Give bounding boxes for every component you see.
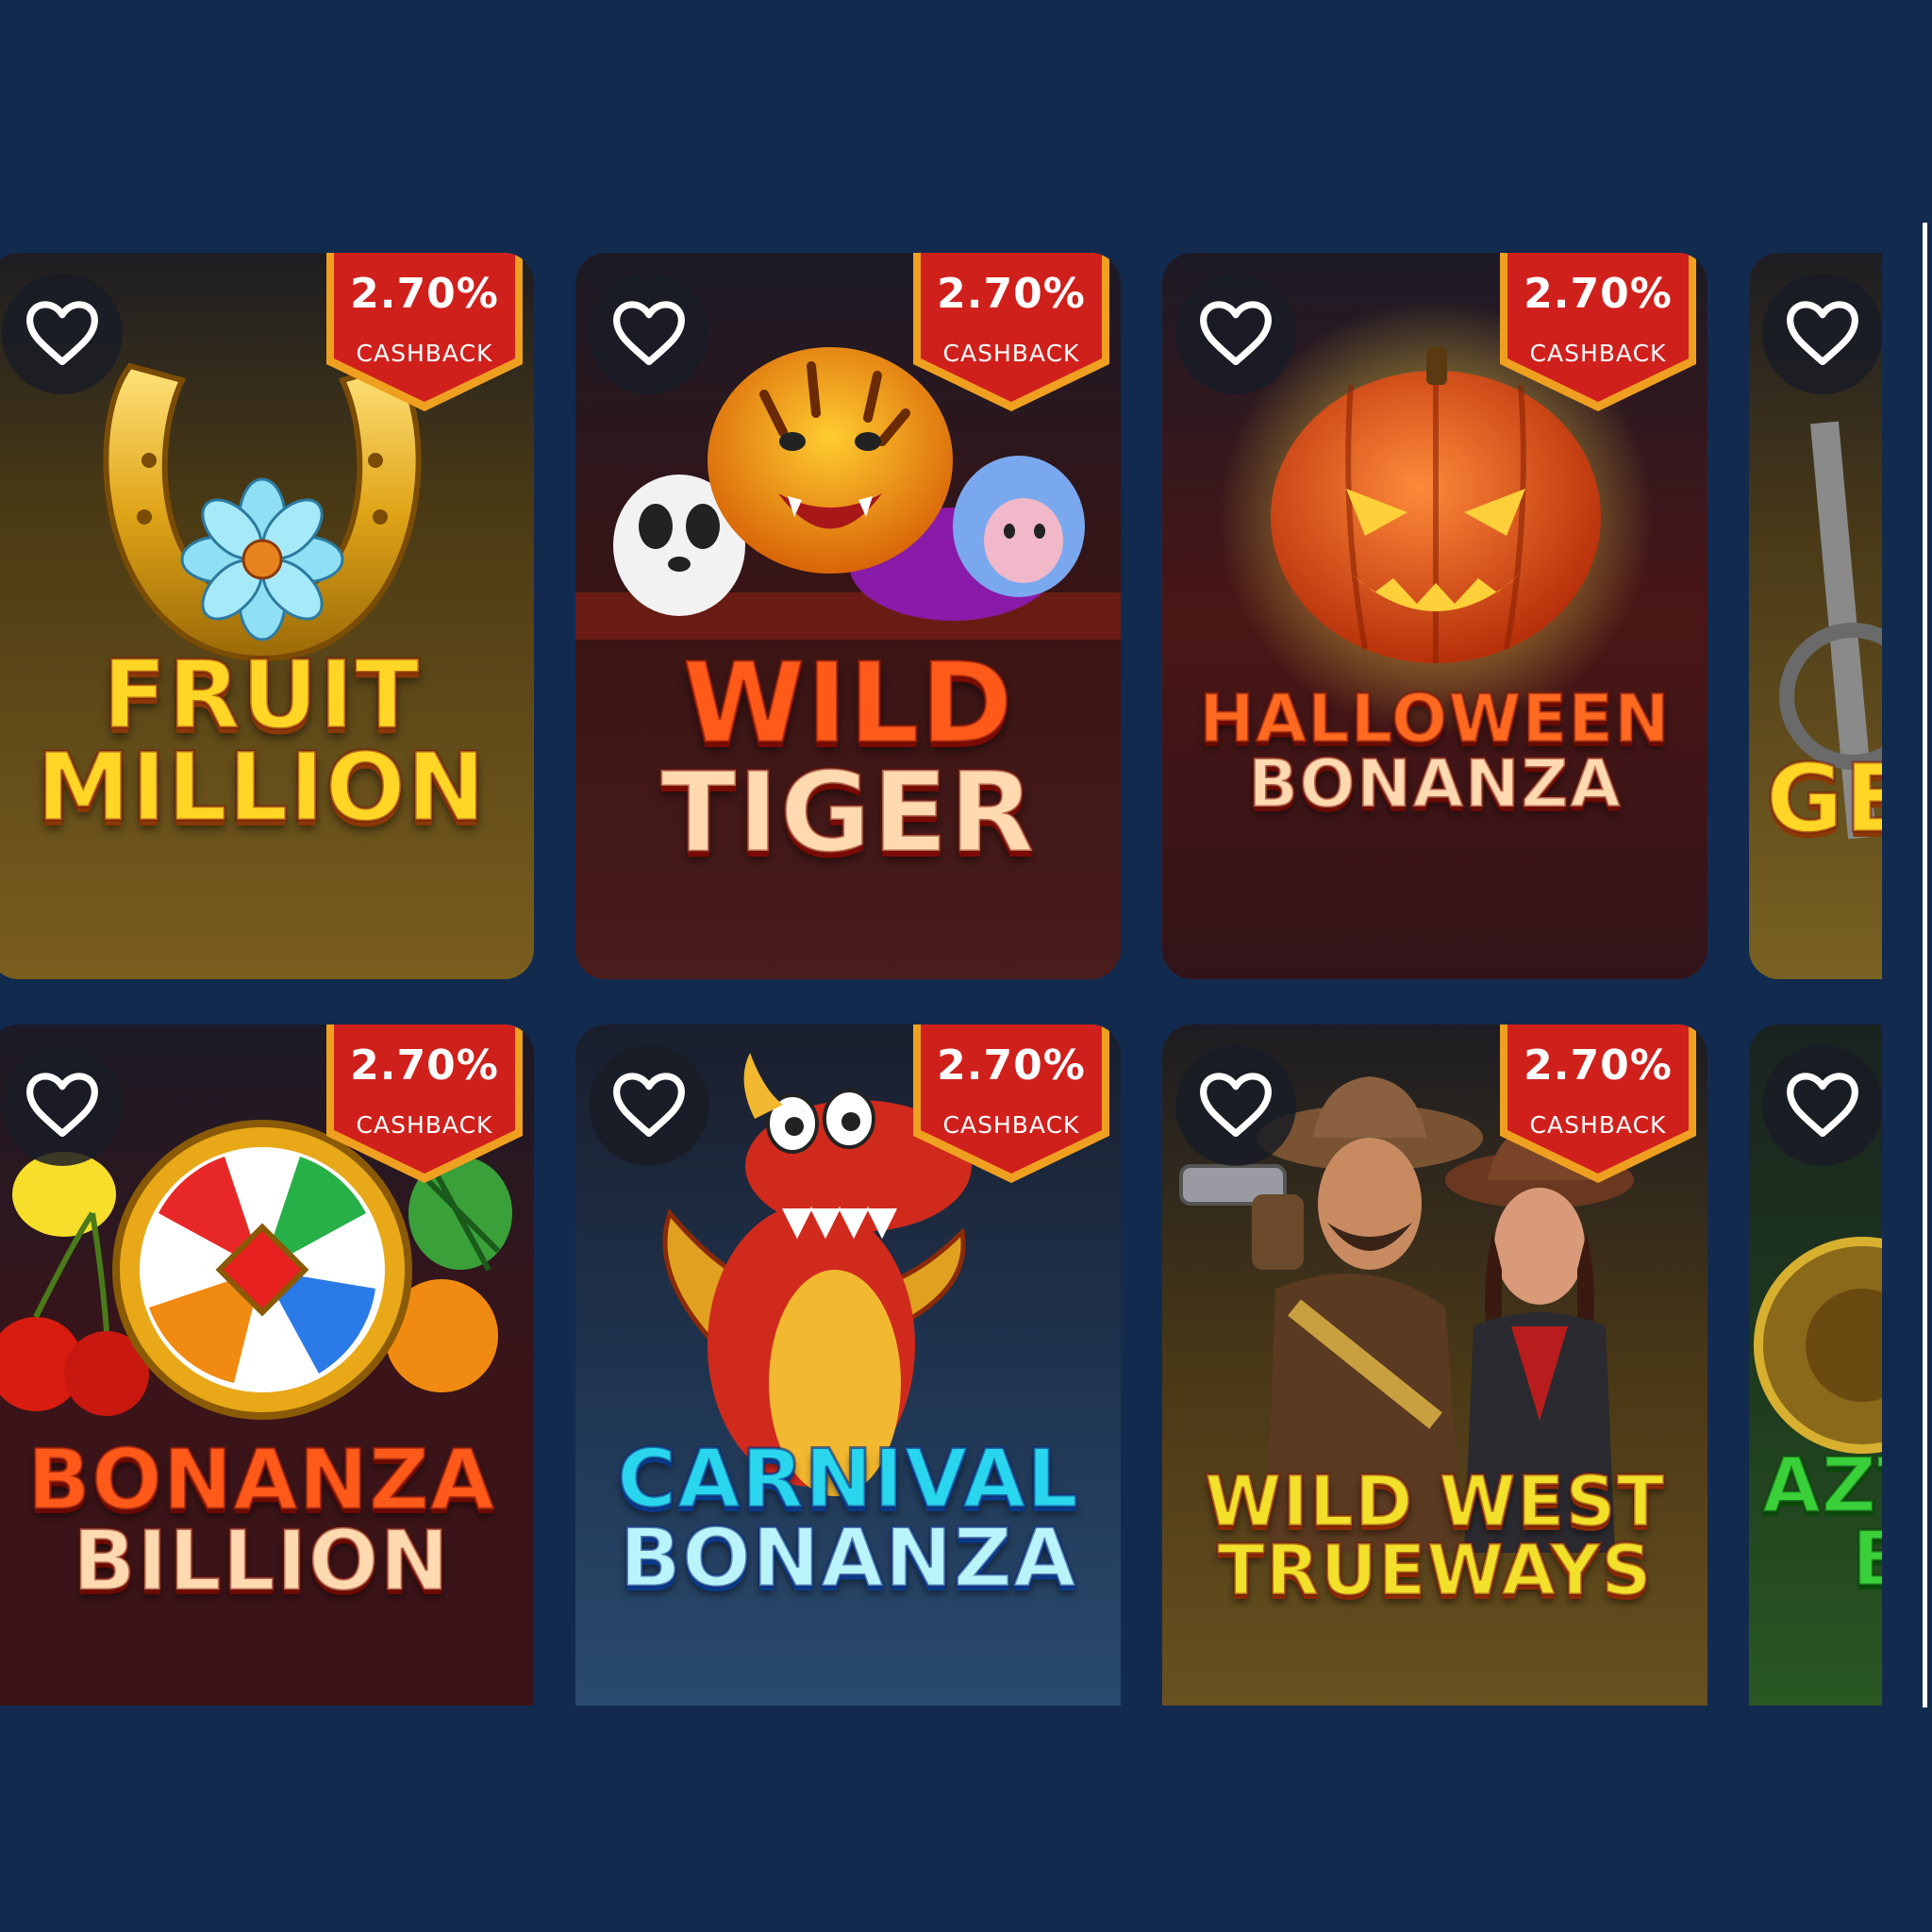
- game-title: WILD TIGER: [575, 638, 1121, 877]
- favorite-button[interactable]: [2, 274, 123, 394]
- favorite-button[interactable]: [589, 274, 709, 394]
- heart-outline-icon: [613, 301, 685, 366]
- game-card-carnival-bonanza[interactable]: CARNIVAL BONANZA 2.70% CASHBACK: [575, 1024, 1121, 1706]
- game-title-line2: BONANZA: [1246, 744, 1623, 823]
- heart-outline-icon: [1787, 301, 1858, 366]
- game-card-bonanza-billion[interactable]: BONANZA BILLION 2.70% CASHBACK: [0, 1024, 534, 1706]
- favorite-button[interactable]: [2, 1045, 123, 1166]
- heart-outline-icon: [1787, 1073, 1858, 1138]
- game-title-line2: MILLION: [35, 732, 487, 842]
- game-title-line2: TRUEWAYS: [1216, 1529, 1653, 1611]
- cashback-percent: 2.70%: [1524, 270, 1673, 318]
- game-card-fruit-million[interactable]: FRUIT MILLION 2.70% CASHBACK: [0, 253, 534, 979]
- game-card-partial-azt[interactable]: AZT B: [1749, 1024, 1882, 1706]
- game-title: FRUIT MILLION: [0, 640, 534, 842]
- favorite-button[interactable]: [1762, 1045, 1882, 1166]
- game-title-line2: BILLION: [71, 1512, 451, 1610]
- cashback-percent: 2.70%: [937, 270, 1086, 318]
- cashback-badge: 2.70% CASHBACK: [1498, 253, 1698, 413]
- favorite-button[interactable]: [1175, 1045, 1296, 1166]
- cashback-percent: 2.70%: [350, 1041, 499, 1090]
- game-title-line1: WILD: [681, 638, 1014, 768]
- cashback-label: CASHBACK: [356, 1111, 493, 1139]
- game-title-line2: B: [1851, 1515, 1883, 1604]
- game-title: BONANZA BILLION: [0, 1431, 534, 1610]
- game-title-line1: FRUIT: [101, 640, 421, 750]
- heart-outline-icon: [26, 301, 98, 366]
- cashback-label: CASHBACK: [1529, 340, 1667, 367]
- game-title-line1: AZT: [1761, 1441, 1883, 1529]
- heart-outline-icon: [26, 1073, 98, 1138]
- game-title-line1: GE: [1765, 743, 1883, 854]
- cashback-badge: 2.70% CASHBACK: [1498, 1024, 1698, 1185]
- cashback-badge: 2.70% CASHBACK: [911, 1024, 1111, 1185]
- game-title: GE: [1749, 743, 1883, 854]
- heart-outline-icon: [1200, 1073, 1272, 1138]
- game-title: AZT B: [1749, 1441, 1883, 1604]
- game-title-line1: WILD WEST: [1203, 1461, 1666, 1542]
- game-card-wild-west-trueways[interactable]: WILD WEST TRUEWAYS 2.70% CASHBACK: [1162, 1024, 1707, 1706]
- cashback-percent: 2.70%: [1524, 1041, 1673, 1090]
- cashback-label: CASHBACK: [356, 340, 493, 367]
- cashback-label: CASHBACK: [1529, 1111, 1667, 1139]
- cashback-percent: 2.70%: [350, 270, 499, 318]
- favorite-button[interactable]: [1762, 274, 1882, 394]
- cashback-label: CASHBACK: [942, 1111, 1080, 1139]
- game-card-wild-tiger[interactable]: WILD TIGER 2.70% CASHBACK: [575, 253, 1121, 979]
- game-grid: FRUIT MILLION 2.70% CASHBACK WILD TIGER …: [0, 253, 1882, 1706]
- favorite-button[interactable]: [1175, 274, 1296, 394]
- cashback-badge: 2.70% CASHBACK: [325, 1024, 525, 1185]
- game-title-line1: HALLOWEEN: [1198, 680, 1671, 758]
- scroll-edge-divider: [1923, 223, 1927, 1707]
- game-title-line2: BONANZA: [618, 1511, 1077, 1607]
- cashback-label: CASHBACK: [942, 340, 1080, 367]
- game-title: WILD WEST TRUEWAYS: [1162, 1461, 1707, 1611]
- game-lobby-page: FRUIT MILLION 2.70% CASHBACK WILD TIGER …: [0, 0, 1932, 1932]
- game-title-line2: TIGER: [659, 746, 1037, 877]
- game-title: HALLOWEEN BONANZA: [1162, 680, 1707, 823]
- cashback-badge: 2.70% CASHBACK: [325, 253, 525, 413]
- cashback-badge: 2.70% CASHBACK: [911, 253, 1111, 413]
- game-title-line1: BONANZA: [25, 1431, 496, 1528]
- game-title: CARNIVAL BONANZA: [575, 1432, 1121, 1607]
- game-card-halloween-bonanza[interactable]: HALLOWEEN BONANZA 2.70% CASHBACK: [1162, 253, 1707, 979]
- favorite-button[interactable]: [589, 1045, 709, 1166]
- game-card-partial-ge[interactable]: GE: [1749, 253, 1882, 979]
- heart-outline-icon: [613, 1073, 685, 1138]
- game-title-line1: CARNIVAL: [616, 1432, 1080, 1526]
- heart-outline-icon: [1200, 301, 1272, 366]
- cashback-percent: 2.70%: [937, 1041, 1086, 1090]
